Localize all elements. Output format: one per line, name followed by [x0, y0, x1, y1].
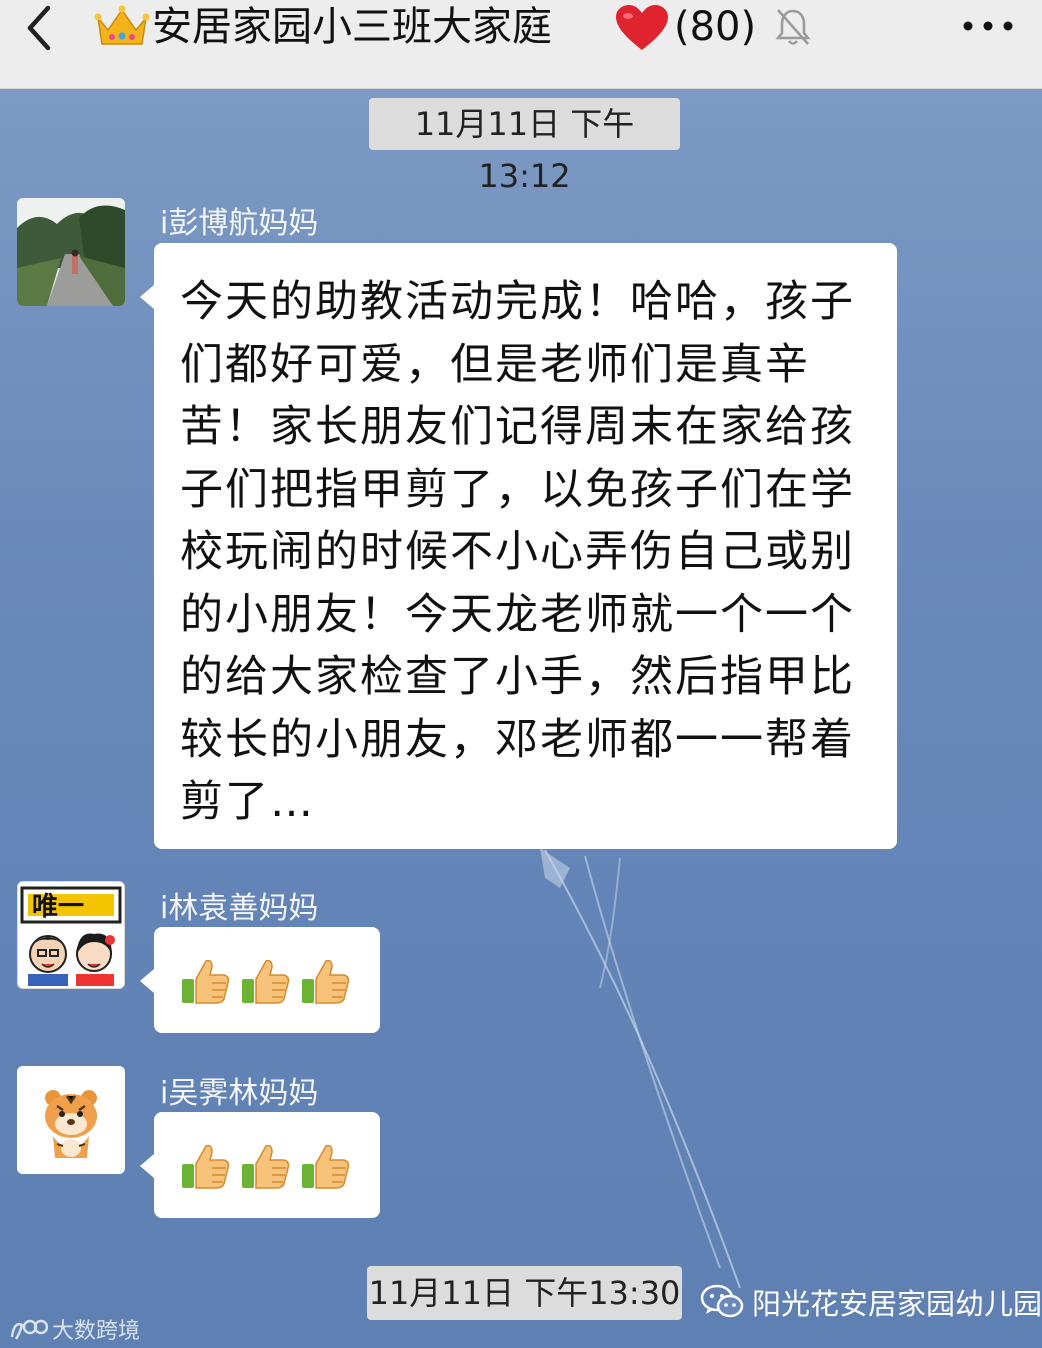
- muted-bell-icon: [774, 6, 812, 48]
- wechat-icon: [700, 1284, 744, 1318]
- watermark-right-text: 阳光花安居家园幼儿园: [752, 1287, 1042, 1321]
- thumbs-up-icon: [242, 1144, 290, 1189]
- thumbs-up-reaction: [180, 1140, 352, 1192]
- crown-icon: [94, 4, 150, 50]
- member-count: (80): [674, 4, 757, 50]
- sender-name: i彭博航妈妈: [160, 206, 319, 241]
- message-bubble[interactable]: 今天的助教活动完成！哈哈，孩子们都好可爱，但是老师们是真辛苦！家长朋友们记得周末…: [140, 243, 897, 849]
- photo-avatar-icon: [17, 198, 125, 306]
- watermark-left-text: 大数跨境: [52, 1319, 141, 1344]
- message-bubble[interactable]: [140, 927, 380, 1033]
- avatar[interactable]: [17, 198, 125, 306]
- watermark-left: 大数跨境: [8, 1312, 140, 1346]
- tiger-cartoon-avatar-icon: [17, 1066, 125, 1174]
- message-text: 今天的助教活动完成！哈哈，孩子们都好可爱，但是老师们是真辛苦！家长朋友们记得周末…: [180, 277, 855, 827]
- avatar-label: 唯一: [32, 892, 84, 922]
- thumbs-up-icon: [302, 959, 350, 1004]
- thumbs-up-icon: [182, 1144, 230, 1189]
- avatar[interactable]: 唯一: [17, 881, 125, 989]
- more-dots-icon[interactable]: [958, 8, 1018, 44]
- avatar[interactable]: [17, 1066, 125, 1174]
- heart-icon: [614, 4, 670, 52]
- sender-name: i林袁善妈妈: [160, 891, 319, 926]
- thumbs-up-icon: [182, 959, 230, 1004]
- thumbs-up-icon: [242, 959, 290, 1004]
- watermark-right: 阳光花安居家园幼儿园: [700, 1280, 1042, 1324]
- chat-title: 安居家园小三班大家庭: [152, 4, 552, 50]
- back-chevron-icon[interactable]: [18, 2, 62, 52]
- sender-name: i吴霁林妈妈: [160, 1076, 319, 1111]
- thumbs-up-icon: [302, 1144, 350, 1189]
- chat-header: 安居家园小三班大家庭 (80): [0, 0, 1042, 89]
- cartoon-couple-avatar-icon: 唯一: [18, 882, 124, 988]
- watermark-logo-icon: [10, 1319, 48, 1340]
- message-bubble[interactable]: [140, 1112, 380, 1218]
- thumbs-up-reaction: [180, 955, 352, 1007]
- timestamp: 11月11日 下午13:12: [369, 98, 680, 195]
- timestamp: 11月11日 下午13:30: [367, 1266, 682, 1320]
